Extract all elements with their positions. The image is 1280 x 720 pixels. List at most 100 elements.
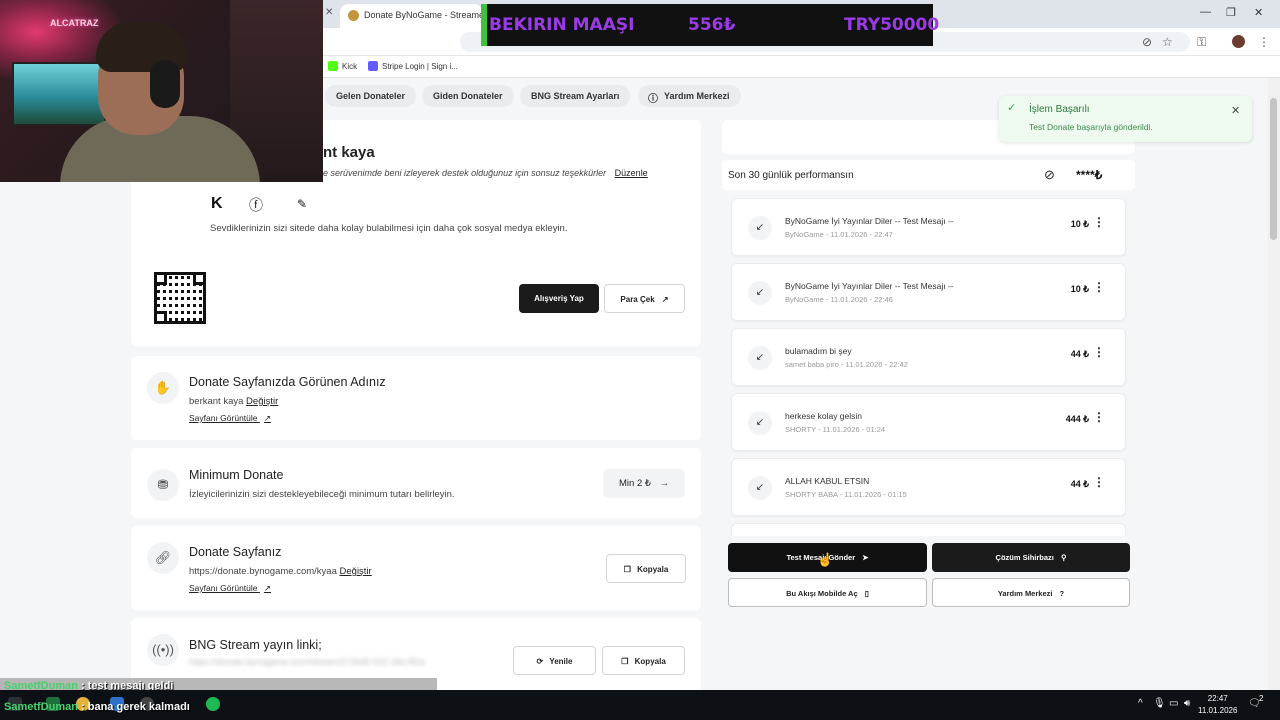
help-circle-icon: ⓘ [648,94,658,105]
edit-pencil-icon[interactable]: ✎ [297,197,307,211]
browser-profile-avatar[interactable] [1232,35,1245,48]
more-options-icon[interactable]: ⋮ [1093,410,1105,424]
key-icon[interactable]: ⚿ [1197,35,1206,50]
goal-current: 556₺ [688,15,736,35]
more-options-icon[interactable]: ⋮ [1093,280,1105,294]
mouse-cursor-icon: ☝ [817,552,834,567]
tab-title: Donate ByNoGame - Streamer [364,10,482,20]
withdraw-label: Para Çek [620,295,655,304]
clock-date: 11.01.2026 [1198,706,1238,715]
donation-amount: 444 ₺ [1065,414,1089,424]
qr-corner [193,272,206,285]
mobile-flow-button[interactable]: Bu Akışı Mobilde Aç ▯ [728,578,927,607]
tab-gelen-donateler[interactable]: Gelen Donateler [325,85,417,107]
monitor-in-background [12,62,106,126]
goal-target: TRY50000 [844,15,940,35]
bookmark-stripe[interactable]: Stripe Login | Sign i... [368,61,458,71]
success-toast: ✓ İşlem Başarılı Test Donate başarıyla g… [999,96,1252,142]
donation-item[interactable]: ↙ herkese kolay gelsin SHORTY - 11.01.20… [731,393,1126,451]
close-toast-icon[interactable]: ✕ [1231,104,1240,117]
help-center-button[interactable]: Yardım Merkezi ? [932,578,1130,607]
donation-item[interactable]: ↙ ByNoGame İyi Yayınlar Diler -- Test Me… [731,198,1126,256]
goal-title: BEKIRIN MAAŞI [489,15,635,35]
tab-giden-donateler[interactable]: Giden Donateler [422,85,514,107]
mobile-flow-label: Bu Akışı Mobilde Aç [786,589,858,598]
arrow-down-left-icon: ↙ [748,476,772,500]
star-icon[interactable]: ☆ [1162,35,1173,49]
refresh-label: Yenile [549,657,573,666]
microphone-icon[interactable]: 🎙︎ [1153,698,1166,709]
copy-icon: ❐ [621,657,629,666]
tray-up-arrow-icon[interactable]: ^ [1138,698,1143,709]
coins-icon: ⛃ [147,469,179,501]
chat-username: SametfDuman [4,701,78,713]
send-icon: ➤ [862,553,869,562]
display-name-text: berkant kaya [189,396,244,407]
solution-wizard-button[interactable]: Çözüm Sihirbazı ⚲ [932,543,1130,572]
copy-stream-link-button[interactable]: ❐ Kopyala [602,646,685,675]
donation-meta: SHORTY - 11.01.2026 - 01:24 [785,425,886,434]
qr-corner [154,311,167,324]
donation-message: herkese kolay gelsin [785,411,863,421]
stream-link-url: https://donate.bynogame.com/stream/2736d… [189,657,426,667]
donation-item[interactable]: ↙ ByNoGame İyi Yayınlar Diler -- Test Me… [731,263,1126,321]
solution-wizard-label: Çözüm Sihirbazı [995,553,1054,562]
kick-social-icon[interactable]: K [211,195,223,213]
hide-balance-icon[interactable]: ⊘ [1044,167,1055,183]
shop-button[interactable]: Alışveriş Yap [519,284,599,313]
tab-yardim-merkezi[interactable]: ⓘ Yardım Merkezi [638,85,741,107]
page-scrollbar[interactable] [1268,78,1280,690]
close-window-icon[interactable]: ✕ [1254,6,1263,19]
copy-url-button[interactable]: ❐ Kopyala [606,554,686,583]
view-page-link[interactable]: Sayfanı Görüntüle ↗ [189,583,271,594]
spotify-icon[interactable] [206,697,220,711]
donation-item[interactable]: ↙ ALLAH KABUL ETSIN SHORTY BABA - 11.01.… [731,458,1126,516]
scrollbar-thumb[interactable] [1270,98,1277,240]
minimize-icon[interactable]: — [1200,6,1211,18]
browser-tab-active[interactable]: Donate ByNoGame - Streamer [340,4,482,28]
arrow-down-left-icon: ↙ [748,411,772,435]
volume-icon[interactable]: 🔊︎ [1184,698,1190,709]
donation-sender: SHORTY BABA [785,490,838,499]
copy-label: Kopyala [634,657,666,666]
donate-hand-icon: ✋ [147,372,179,404]
more-options-icon[interactable]: ⋮ [1093,475,1105,489]
network-icon[interactable]: ▭ [1169,698,1178,709]
facebook-icon[interactable]: ⓕ [249,195,263,215]
close-tab-icon[interactable]: ✕ [325,7,333,18]
donation-meta: ByNoGame - 11.01.2026 - 22:47 [785,230,893,239]
bookmark-kick[interactable]: Kick [328,61,357,71]
more-options-icon[interactable]: ⋮ [1093,215,1105,229]
eye-slash-icon[interactable]: ⊘ [1142,35,1152,49]
kick-icon [328,61,338,71]
tab-bng-stream-ayarlari[interactable]: BNG Stream Ayarları [520,85,631,107]
system-clock[interactable]: 22:47 11.01.2026 [1198,693,1237,717]
donation-date: 11.01.2026 - 22:47 [830,230,893,239]
min-donate-button[interactable]: Min 2 ₺ → [603,469,685,498]
bynogame-favicon-icon [348,10,359,21]
donation-item[interactable] [731,523,1126,536]
profile-name: nt kaya [323,144,375,161]
view-page-link[interactable]: Sayfanı Görüntüle ↗ [189,413,271,424]
qr-corner [154,272,167,285]
change-name-link[interactable]: Değiştir [246,396,278,407]
donation-date: 11.01.2026 - 22:46 [830,295,893,304]
donation-message: ALLAH KABUL ETSIN [785,476,870,486]
donation-date: 11.01.2026 - 01:24 [822,425,886,434]
withdraw-button[interactable]: Para Çek ↗ [604,284,685,313]
view-page-label: Sayfanı Görüntüle [189,413,258,423]
donation-list[interactable]: ↙ ByNoGame İyi Yayınlar Diler -- Test Me… [727,194,1130,536]
restore-icon[interactable]: ❐ [1226,6,1236,19]
bookmark-label: Stripe Login | Sign i... [382,61,458,71]
edit-profile-link[interactable]: Düzenle [615,168,648,178]
menu-dots-icon[interactable]: ⋮ [1258,35,1270,49]
donation-item[interactable]: ↙ bulamadım bi şey samet baba piro - 11.… [731,328,1126,386]
change-url-link[interactable]: Değiştir [340,566,372,577]
more-options-icon[interactable]: ⋮ [1093,345,1105,359]
refresh-link-button[interactable]: ⟳ Yenile [513,646,596,675]
notification-count: 2 [1259,694,1264,703]
donation-message: ByNoGame İyi Yayınlar Diler -- Test Mesa… [785,216,954,226]
profile-description-text: e serüvenimde beni izleyerek destek oldu… [323,168,607,178]
social-media-note: Sevdiklerinizin sizi sitede daha kolay b… [210,223,568,234]
donation-sender: samet baba piro [785,360,839,369]
